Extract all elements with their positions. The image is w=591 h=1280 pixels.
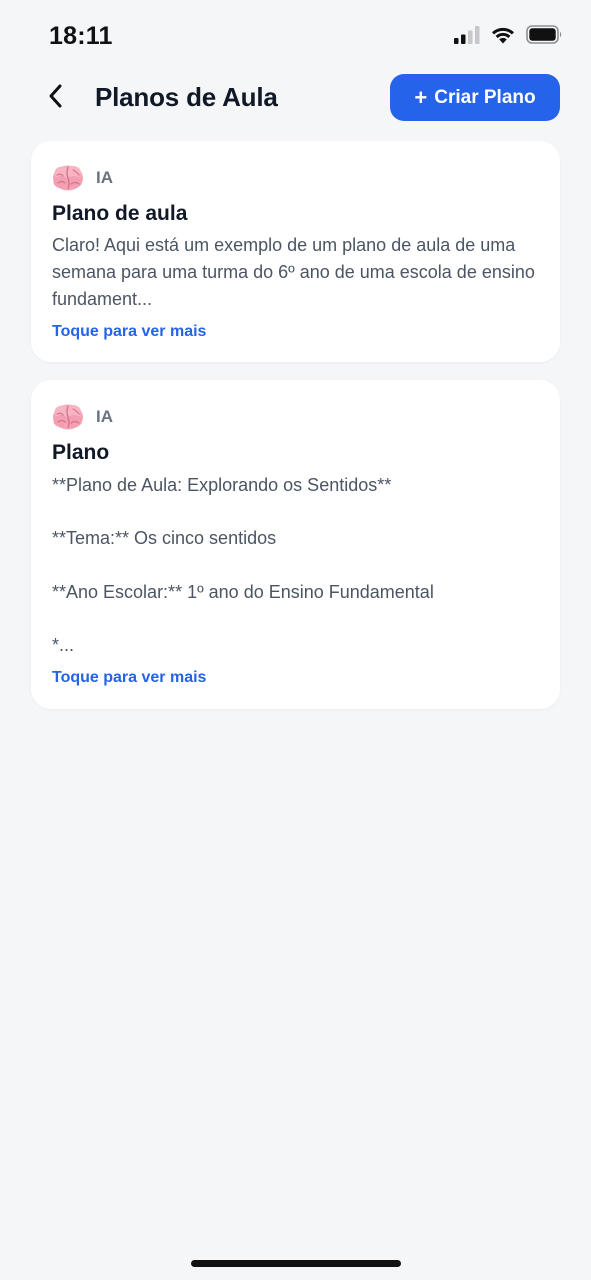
source-label: IA (96, 168, 113, 187)
plan-title: Plano de aula (52, 202, 188, 225)
brain-icon (52, 163, 84, 193)
back-button[interactable] (40, 82, 72, 114)
create-plan-label: Criar Plano (434, 86, 536, 108)
card-source: IA (52, 400, 539, 434)
plan-card[interactable]: IA Plano **Plano de Aula: Explorando os … (31, 380, 560, 709)
see-more-link[interactable]: Toque para ver mais (52, 321, 539, 343)
brain-icon (52, 402, 84, 432)
plus-icon: + (414, 84, 428, 110)
home-indicator[interactable] (191, 1260, 401, 1267)
status-icons (454, 25, 563, 49)
source-label: IA (96, 407, 113, 426)
chevron-left-icon (47, 83, 65, 114)
see-more-link[interactable]: Toque para ver mais (52, 667, 539, 689)
plan-preview: Claro! Aqui está um exemplo de um plano … (52, 235, 535, 309)
plan-title: Plano (52, 441, 110, 464)
wifi-icon (490, 25, 516, 49)
create-plan-button[interactable]: + Criar Plano (390, 74, 560, 121)
card-source: IA (52, 161, 539, 195)
page-title: Planos de Aula (95, 82, 278, 112)
status-bar: 18:11 (0, 0, 591, 74)
cellular-signal-icon (454, 25, 480, 49)
battery-icon (526, 25, 563, 49)
header: Planos de Aula + Criar Plano (0, 74, 591, 122)
plan-card[interactable]: IA Plano de aula Claro! Aqui está um exe… (31, 141, 560, 362)
plan-preview: **Plano de Aula: Explorando os Sentidos*… (52, 475, 434, 656)
status-time: 18:11 (49, 22, 113, 50)
